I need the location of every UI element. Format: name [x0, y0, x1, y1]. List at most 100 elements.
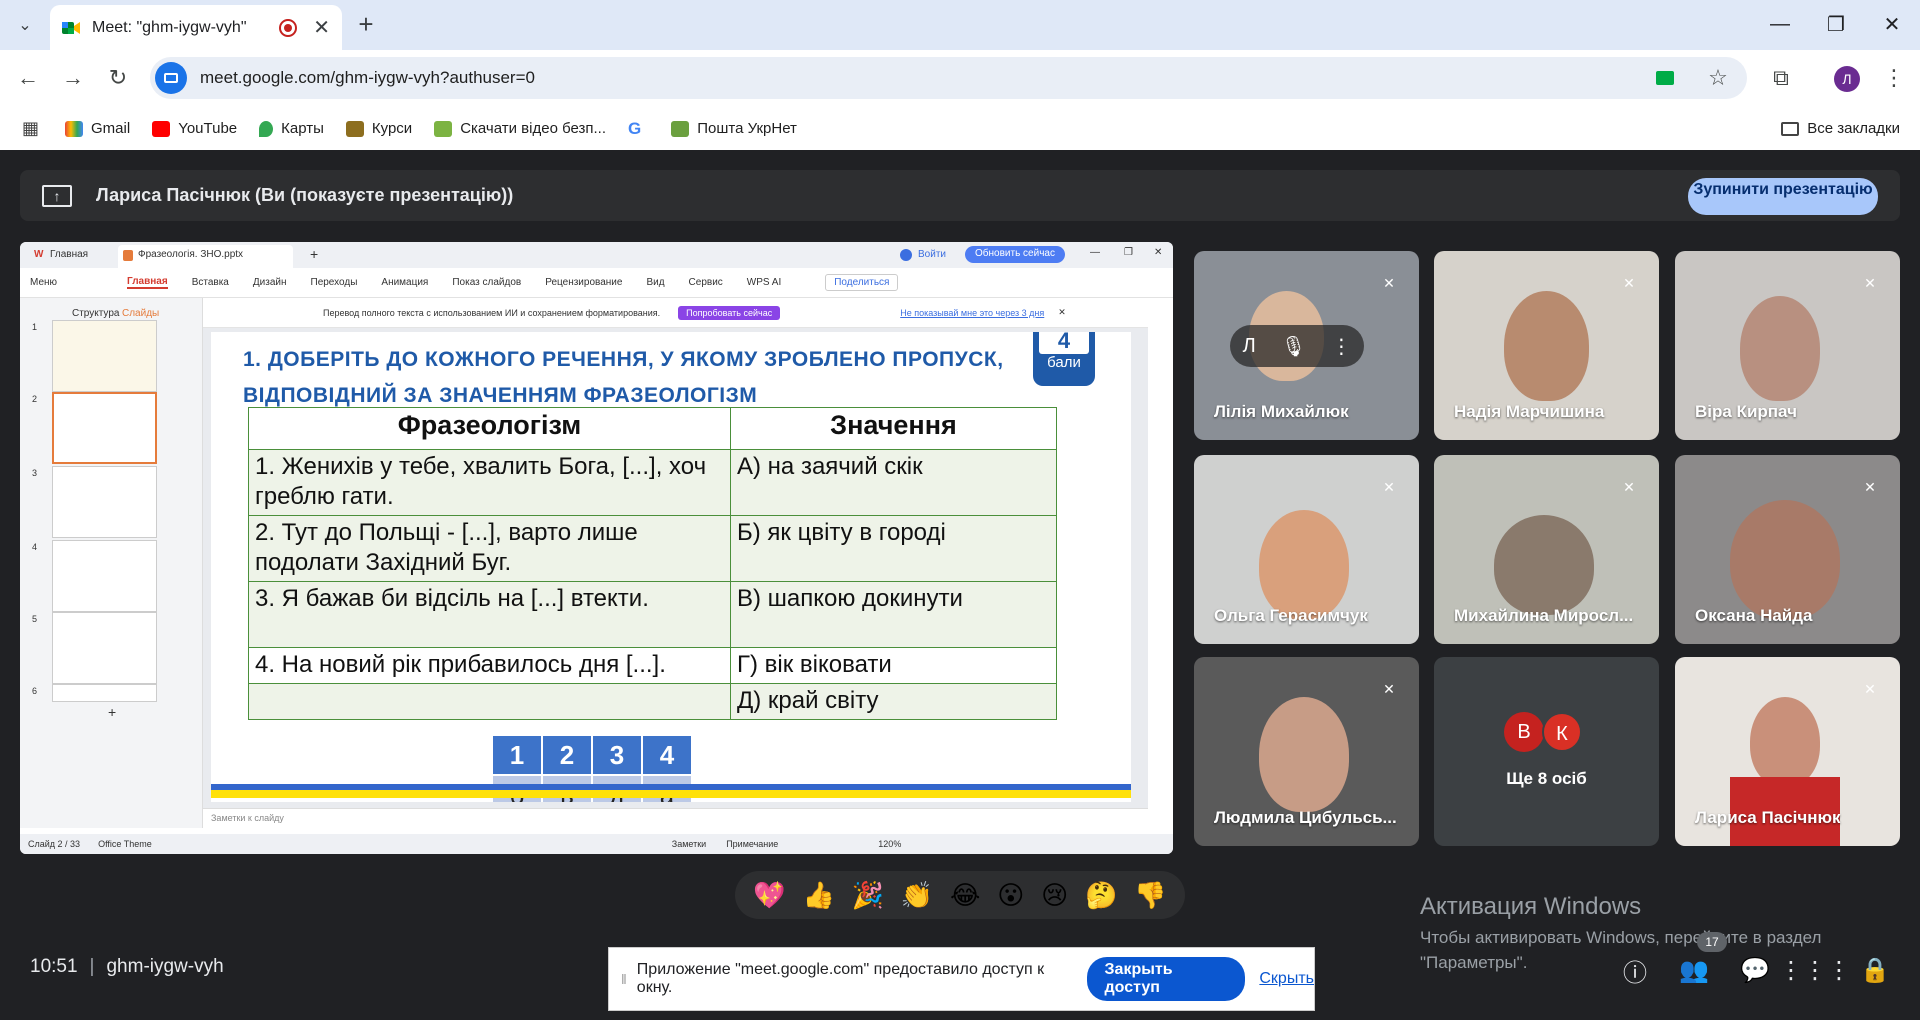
notice-close-icon[interactable]: ✕	[1058, 307, 1066, 318]
participant-tile[interactable]: Л 🎙 ⋮ ✕ Лілія Михайлюк	[1194, 251, 1419, 440]
bookmark-download-video[interactable]: Скачати відео безп...	[434, 120, 606, 137]
reaction-laugh-icon[interactable]: 😂	[950, 880, 980, 911]
slide-thumbnail-selected[interactable]	[52, 392, 157, 464]
activities-grid-icon[interactable]: ⋮⋮⋮	[1779, 950, 1851, 990]
panel-tab-slides[interactable]: Слайды	[122, 308, 159, 319]
participant-tile[interactable]: ✕ Лариса Пасічнюк	[1675, 657, 1900, 846]
reaction-thinking-icon[interactable]: 🤔	[1085, 880, 1117, 911]
wps-new-tab-icon[interactable]: +	[310, 246, 318, 262]
browser-tab[interactable]: Meet: "ghm-iygw-vyh" ✕	[50, 5, 342, 50]
ribbon-tab-transitions[interactable]: Переходы	[311, 277, 358, 288]
address-bar[interactable]: meet.google.com/ghm-iygw-vyh?authuser=0	[150, 57, 1747, 99]
reload-button[interactable]: ↻	[100, 60, 136, 96]
site-info-icon[interactable]	[155, 62, 187, 94]
participant-tile[interactable]: ✕ Оксана Найда	[1675, 455, 1900, 644]
slide-thumbnail[interactable]	[52, 540, 157, 612]
forward-button[interactable]: →	[55, 60, 91, 96]
ribbon-tab-review[interactable]: Рецензирование	[545, 277, 622, 288]
all-bookmarks[interactable]: Все закладки	[1781, 120, 1900, 137]
bookmark-maps[interactable]: Карты	[259, 120, 324, 137]
status-comment[interactable]: Примечание	[726, 839, 778, 849]
tab-close-icon[interactable]: ✕	[313, 15, 330, 40]
wps-close[interactable]: ✕	[1154, 247, 1162, 258]
extensions-icon[interactable]: ⧉	[1763, 60, 1799, 96]
slide-thumbnail[interactable]	[52, 320, 157, 392]
reaction-clap-icon[interactable]: 👏	[901, 880, 933, 911]
google-icon: G	[628, 118, 642, 138]
drag-handle-icon[interactable]: ‖	[621, 971, 627, 987]
people-icon[interactable]: 👥	[1674, 950, 1714, 990]
wps-share-button[interactable]: Поделиться	[825, 274, 899, 291]
host-controls-lock-icon[interactable]: 🔒	[1855, 950, 1895, 990]
new-tab-button[interactable]: +	[350, 8, 382, 40]
bookmark-youtube[interactable]: YouTube	[152, 120, 237, 137]
ribbon-tab-design[interactable]: Дизайн	[253, 277, 287, 288]
minimize-button[interactable]: —	[1752, 0, 1808, 48]
reaction-sad-icon[interactable]: 😢	[1041, 880, 1068, 911]
reaction-thumbs-down-icon[interactable]: 👎	[1134, 880, 1166, 911]
profile-avatar[interactable]: Л	[1834, 66, 1860, 92]
more-options-icon[interactable]: ⋮	[1331, 334, 1351, 359]
dont-show-link[interactable]: Не показывай мне это через 3 дня	[900, 308, 1044, 318]
wps-login[interactable]: Войти	[918, 249, 946, 260]
slide-notes[interactable]: Заметки к слайду	[203, 808, 1148, 828]
hide-link[interactable]: Скрыть	[1259, 970, 1314, 988]
participant-tile[interactable]: ✕ Михайлина Миросл...	[1434, 455, 1659, 644]
reaction-thumbs-up-icon[interactable]: 👍	[803, 880, 835, 911]
slide-thumbnail[interactable]	[52, 612, 157, 684]
bookmark-gmail[interactable]: Gmail	[65, 120, 130, 137]
more-participants-tile[interactable]: В К Ще 8 осіб	[1434, 657, 1659, 846]
wps-restore[interactable]: ❐	[1124, 247, 1133, 258]
download-icon	[434, 120, 453, 137]
zoom-level[interactable]: 120%	[878, 839, 901, 849]
ribbon-tab-insert[interactable]: Вставка	[192, 277, 229, 288]
tab-search-chevron-icon[interactable]: ⌄	[8, 10, 42, 40]
restore-button[interactable]: ❐	[1808, 0, 1864, 48]
status-notes[interactable]: Заметки	[672, 839, 706, 849]
menu-kebab-icon[interactable]: ⋮	[1876, 60, 1912, 96]
meeting-details-icon[interactable]: ⓘ	[1615, 950, 1655, 990]
reaction-party-icon[interactable]: 🎉	[852, 880, 884, 911]
ribbon-tab-tools[interactable]: Сервис	[689, 277, 723, 288]
present-screen-icon: ↑	[42, 184, 72, 207]
participant-video	[1494, 515, 1594, 615]
bookmark-star-icon[interactable]: ☆	[1700, 60, 1736, 96]
wps-menu[interactable]: Меню	[30, 277, 57, 288]
back-button[interactable]: ←	[10, 60, 46, 96]
slide-number: 2	[32, 394, 38, 404]
reaction-heart-icon[interactable]: 💖	[753, 880, 785, 911]
slide-thumbnail[interactable]	[52, 684, 157, 702]
slide-thumbnail[interactable]	[52, 466, 157, 538]
wps-minimize[interactable]: —	[1090, 247, 1100, 258]
mic-off-icon[interactable]: 🎙	[1281, 334, 1306, 359]
chat-icon[interactable]: 💬	[1735, 950, 1775, 990]
ribbon-tab-view[interactable]: Вид	[646, 277, 664, 288]
stop-presenting-button[interactable]: Зупинити презентацію	[1688, 178, 1878, 215]
close-window-button[interactable]: ✕	[1864, 0, 1920, 48]
bookmark-kursy[interactable]: Курси	[345, 120, 412, 137]
ribbon-tab-home[interactable]: Главная	[127, 276, 168, 289]
participant-tile[interactable]: ✕ Віра Кирпач	[1675, 251, 1900, 440]
ribbon-tab-animation[interactable]: Анимация	[381, 277, 428, 288]
wps-update-button[interactable]: Обновить сейчас	[965, 246, 1065, 263]
answer-number: 2	[543, 736, 591, 774]
apps-grid-icon[interactable]: ▦	[22, 118, 39, 139]
participant-tile[interactable]: ✕ Надія Марчишина	[1434, 251, 1659, 440]
wps-file-tab[interactable]: Фразеологія. ЗНО.pptx	[118, 245, 293, 268]
add-slide-icon[interactable]: +	[108, 704, 116, 720]
panel-tab-structure[interactable]: Структура	[72, 308, 119, 319]
stop-sharing-button[interactable]: Закрыть доступ	[1086, 957, 1246, 1001]
wps-home-tab[interactable]: Главная	[50, 249, 88, 260]
ribbon-tab-wps-ai[interactable]: WPS AI	[747, 277, 781, 288]
participants-count-badge: 17	[1697, 932, 1727, 952]
meet-extension-icon[interactable]	[1647, 60, 1683, 96]
try-now-button[interactable]: Попробовать сейчас	[678, 305, 781, 320]
url-text[interactable]: meet.google.com/ghm-iygw-vyh?authuser=0	[200, 68, 535, 88]
participant-tile[interactable]: ✕ Людмила Цибульсь...	[1194, 657, 1419, 846]
ribbon-tab-slideshow[interactable]: Показ слайдов	[452, 277, 521, 288]
bookmark-google[interactable]: G	[628, 119, 649, 139]
bookmark-ukrnet[interactable]: Пошта УкрНет	[671, 120, 797, 137]
participant-video	[1259, 697, 1349, 812]
reaction-surprised-icon[interactable]: 😮	[997, 880, 1024, 911]
participant-tile[interactable]: ✕ Ольга Герасимчук	[1194, 455, 1419, 644]
